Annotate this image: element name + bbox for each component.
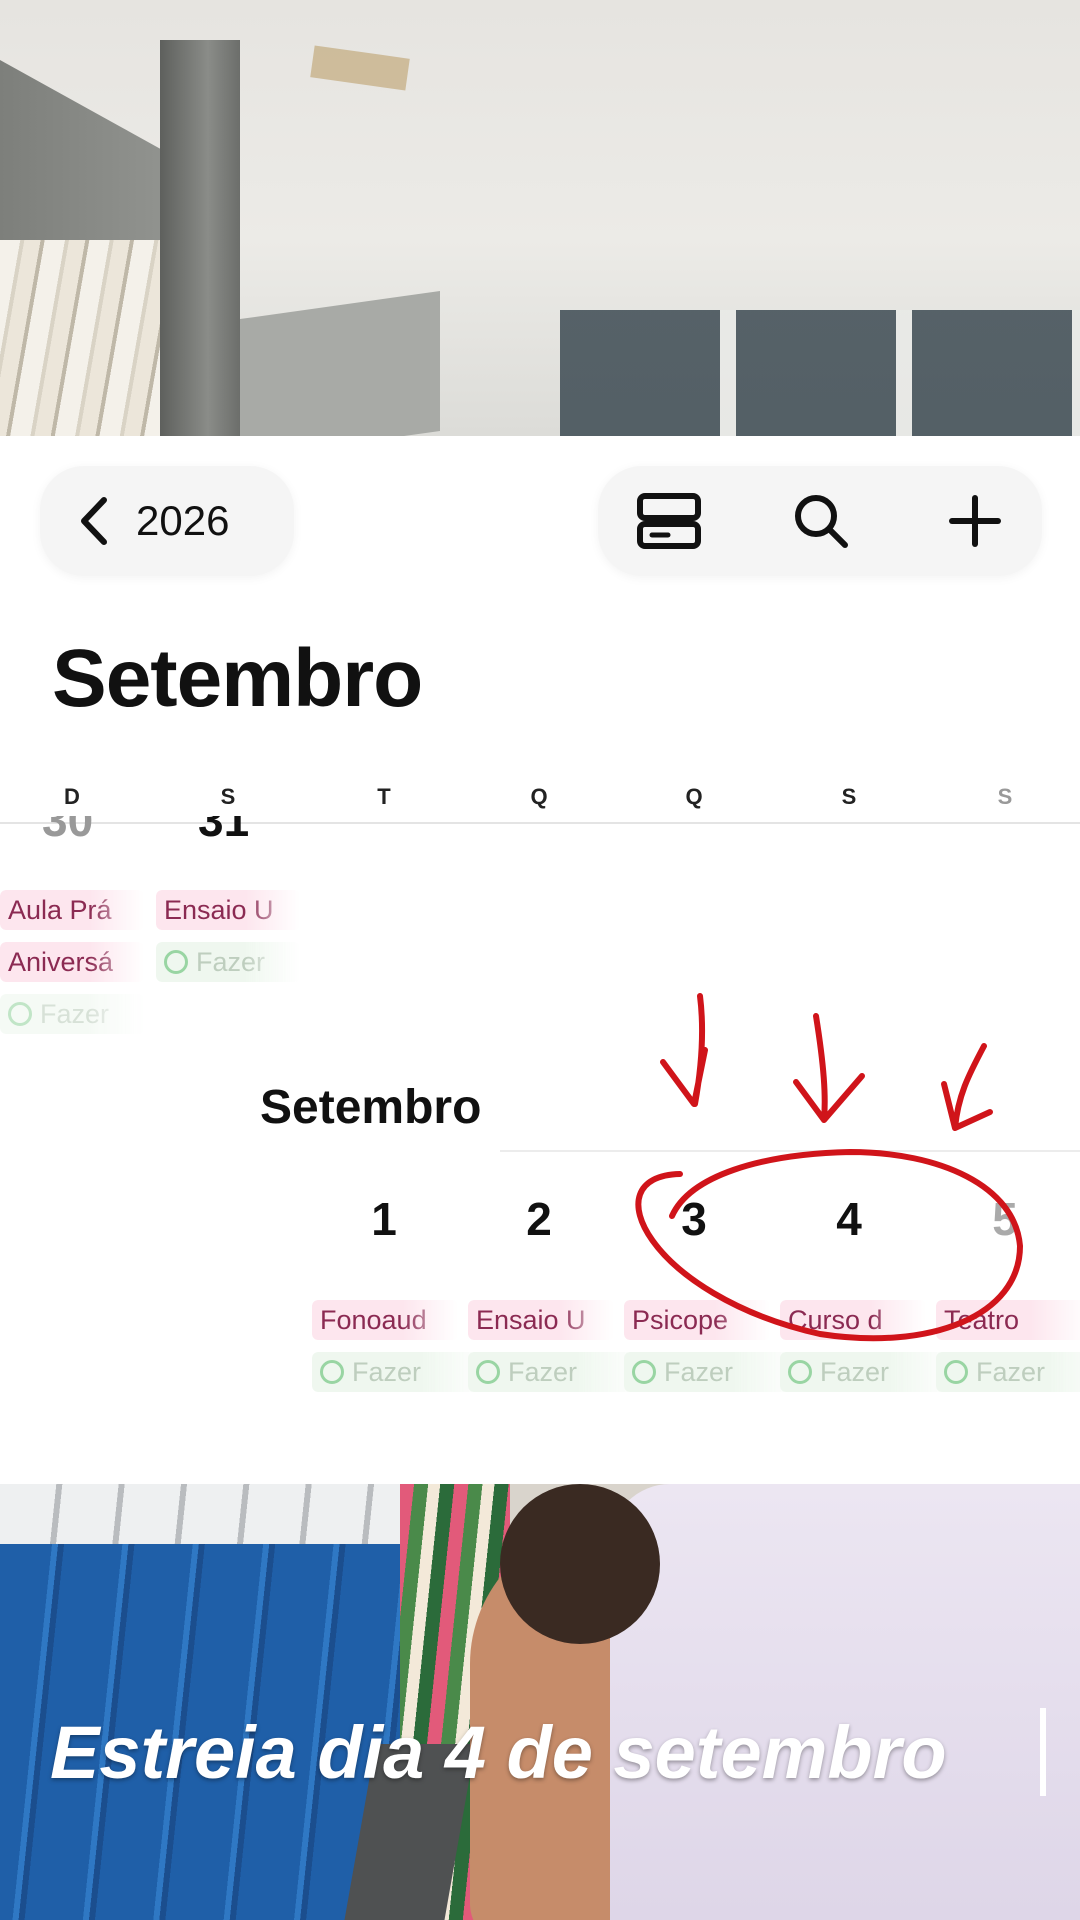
event-chip[interactable]: Aula Prá bbox=[0, 890, 144, 930]
video-caption: Estreia dia 4 de setembro bbox=[50, 1711, 947, 1794]
previous-day-number: 30 bbox=[42, 816, 94, 842]
calendar-app-screen: 2026 Setembro D S T Q Q S S 30 31 Aula P… bbox=[0, 436, 1080, 1484]
month-divider bbox=[500, 1150, 1080, 1152]
day-number[interactable]: 5 bbox=[975, 1192, 1035, 1246]
weekday-label: S bbox=[220, 784, 236, 809]
day-number[interactable]: 2 bbox=[509, 1192, 569, 1246]
chevron-left-icon bbox=[81, 497, 107, 545]
event-chip[interactable]: Fonoaud bbox=[312, 1300, 458, 1340]
month-title: Setembro bbox=[52, 633, 423, 724]
event-chip[interactable]: Curso d bbox=[780, 1300, 926, 1340]
event-chip[interactable]: Ensaio U bbox=[468, 1300, 614, 1340]
weekday-label: Q bbox=[685, 784, 703, 809]
weekday-label: Q bbox=[530, 784, 548, 809]
weekday-label: D bbox=[64, 784, 80, 809]
person-shirt bbox=[610, 1484, 1080, 1920]
day-number[interactable]: 3 bbox=[664, 1192, 724, 1246]
previous-day-number: 31 bbox=[198, 816, 250, 842]
todo-chip[interactable]: Fazer bbox=[0, 994, 144, 1034]
day-number[interactable]: 4 bbox=[819, 1192, 879, 1246]
add-icon bbox=[949, 495, 1001, 547]
day-number[interactable]: 1 bbox=[354, 1192, 414, 1246]
back-to-year-button[interactable]: 2026 bbox=[40, 466, 294, 576]
year-label: 2026 bbox=[136, 497, 230, 544]
month-subheader: Setembro bbox=[260, 1081, 482, 1134]
background-photo-top bbox=[0, 0, 1080, 436]
books-stack bbox=[0, 240, 160, 436]
todo-chip[interactable]: Fazer bbox=[780, 1352, 958, 1392]
toolbar-actions bbox=[598, 466, 1042, 576]
todo-chip[interactable]: Fazer bbox=[312, 1352, 490, 1392]
layout-toggle-button[interactable] bbox=[634, 488, 704, 554]
weekday-label: S bbox=[841, 784, 857, 809]
text-cursor bbox=[1040, 1708, 1046, 1796]
search-button[interactable] bbox=[786, 488, 856, 554]
arrow-annotation bbox=[941, 1043, 993, 1131]
ceiling-tape bbox=[310, 45, 410, 91]
arrow-annotation bbox=[660, 993, 708, 1107]
layout-toggle-icon bbox=[637, 493, 701, 549]
shelf-side-panel bbox=[240, 290, 440, 436]
person-hair bbox=[500, 1484, 660, 1644]
shelf-post bbox=[160, 40, 240, 436]
todo-chip[interactable]: Fazer bbox=[936, 1352, 1080, 1392]
todo-chip[interactable]: Fazer bbox=[468, 1352, 646, 1392]
todo-chip[interactable]: Fazer bbox=[624, 1352, 802, 1392]
window bbox=[560, 310, 1080, 436]
event-chip[interactable]: Ensaio U bbox=[156, 890, 300, 930]
weekday-label: T bbox=[377, 784, 391, 809]
event-chip[interactable]: Psicope bbox=[624, 1300, 770, 1340]
todo-chip[interactable]: Fazer bbox=[156, 942, 300, 982]
event-chip[interactable]: Aniversá bbox=[0, 942, 144, 982]
add-event-button[interactable] bbox=[940, 488, 1010, 554]
search-icon bbox=[795, 495, 848, 548]
weekday-divider bbox=[0, 822, 1080, 824]
arrow-annotation bbox=[793, 1013, 865, 1123]
weekday-label: S bbox=[997, 784, 1013, 809]
background-photo-bottom bbox=[0, 1484, 1080, 1920]
event-chip[interactable]: Teatro bbox=[936, 1300, 1080, 1340]
